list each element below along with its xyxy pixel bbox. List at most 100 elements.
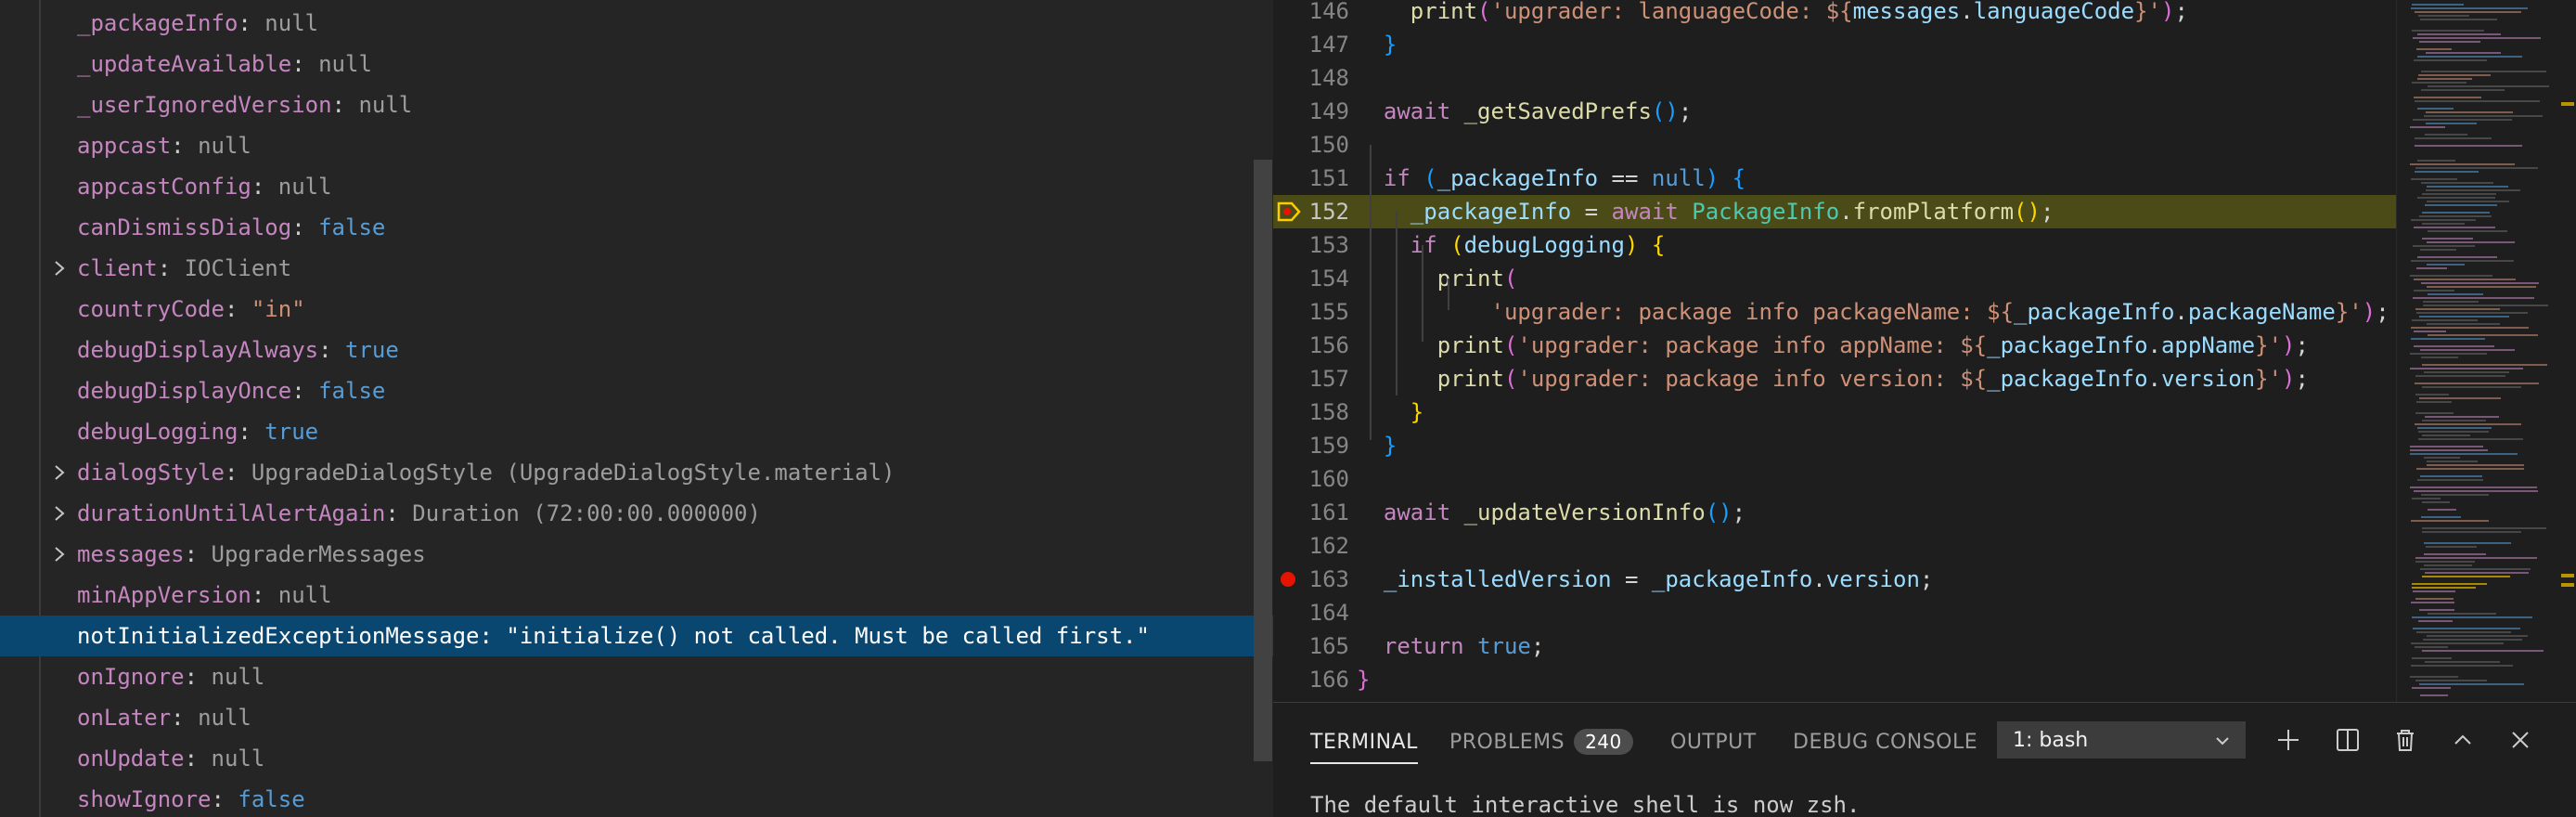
- chevron-right-icon[interactable]: [46, 452, 72, 493]
- code-editor[interactable]: 146 print('upgrader: languageCode: ${mes…: [1273, 0, 2576, 702]
- minimap-line: [2423, 305, 2548, 306]
- variable-row[interactable]: onUpdate: null: [0, 738, 1273, 779]
- variable-row[interactable]: appcast: null: [0, 125, 1273, 166]
- maximize-panel-button[interactable]: [2448, 725, 2478, 755]
- code-token: print: [1436, 332, 1504, 358]
- variables-scrollbar[interactable]: [1254, 160, 1272, 761]
- code-line[interactable]: 159 }: [1273, 429, 2396, 462]
- line-number[interactable]: 165: [1273, 633, 1349, 659]
- terminal-output[interactable]: The default interactive shell is now zsh…: [1310, 792, 1860, 817]
- minimap-line: [2422, 576, 2510, 577]
- terminal-select[interactable]: 1: bash: [1997, 721, 2246, 759]
- variable-row[interactable]: onLater: null: [0, 697, 1273, 738]
- variable-row[interactable]: onIgnore: null: [0, 656, 1273, 697]
- code-token: }: [1357, 667, 1371, 693]
- code-line[interactable]: 156 print('upgrader: package info appNam…: [1273, 329, 2396, 362]
- kill-terminal-button[interactable]: [2390, 725, 2420, 755]
- code-line[interactable]: 165 return true;: [1273, 629, 2396, 663]
- line-number[interactable]: 164: [1273, 600, 1349, 626]
- variable-row[interactable]: countryCode: "in": [0, 289, 1273, 330]
- code-line[interactable]: 163 _installedVersion = _packageInfo.ver…: [1273, 563, 2396, 596]
- tab-output[interactable]: OUTPUT: [1670, 716, 1757, 768]
- code-line[interactable]: 164: [1273, 596, 2396, 629]
- chevron-right-icon[interactable]: [46, 248, 72, 289]
- variable-row[interactable]: canDismissDialog: false: [0, 207, 1273, 248]
- line-number[interactable]: 159: [1273, 433, 1349, 459]
- minimap-line: [2426, 52, 2501, 54]
- variable-entry: onUpdate: null: [77, 746, 264, 772]
- code-line[interactable]: 155 'upgrader: package info packageName:…: [1273, 295, 2396, 329]
- variable-row[interactable]: showIgnore: false: [0, 779, 1273, 817]
- code-token: _packageInfo: [1436, 165, 1599, 191]
- line-number[interactable]: 153: [1273, 232, 1349, 258]
- code-line[interactable]: 152 _packageInfo = await PackageInfo.fro…: [1273, 195, 2396, 228]
- variable-row[interactable]: durationUntilAlertAgain: Duration (72:00…: [0, 493, 1273, 534]
- code-line[interactable]: 147 }: [1273, 28, 2396, 61]
- line-number[interactable]: 158: [1273, 399, 1349, 425]
- code-line[interactable]: 146 print('upgrader: languageCode: ${mes…: [1273, 0, 2396, 28]
- minimap[interactable]: [2396, 0, 2557, 702]
- code-line[interactable]: 162: [1273, 529, 2396, 563]
- line-number[interactable]: 151: [1273, 165, 1349, 191]
- code-line[interactable]: 158 }: [1273, 396, 2396, 429]
- code-line[interactable]: 149 await _getSavedPrefs();: [1273, 95, 2396, 128]
- code-line[interactable]: 148: [1273, 61, 2396, 95]
- minimap-line: [2427, 201, 2509, 202]
- code-token: .: [2147, 366, 2161, 392]
- code-line[interactable]: 151 if (_packageInfo == null) {: [1273, 162, 2396, 195]
- chevron-right-icon[interactable]: [46, 534, 72, 575]
- variable-row[interactable]: messages: UpgraderMessages: [0, 534, 1273, 575]
- line-number[interactable]: 157: [1273, 366, 1349, 392]
- tab-problems[interactable]: PROBLEMS 240: [1449, 716, 1633, 768]
- split-terminal-button[interactable]: [2333, 725, 2363, 755]
- close-panel-button[interactable]: [2505, 725, 2535, 755]
- variable-row[interactable]: debugDisplayAlways: true: [0, 330, 1273, 370]
- code-line[interactable]: 157 print('upgrader: package info versio…: [1273, 362, 2396, 396]
- code-line[interactable]: 153 if (debugLogging) {: [1273, 228, 2396, 262]
- variable-row[interactable]: _packageInfo: null: [0, 3, 1273, 44]
- line-number[interactable]: 161: [1273, 499, 1349, 525]
- code-line[interactable]: 150: [1273, 128, 2396, 162]
- code-line[interactable]: 154 print(: [1273, 262, 2396, 295]
- minimap-line: [2413, 590, 2455, 592]
- line-number[interactable]: 154: [1273, 266, 1349, 292]
- variable-row[interactable]: appcastConfig: null: [0, 166, 1273, 207]
- line-number[interactable]: 160: [1273, 466, 1349, 492]
- line-number[interactable]: 150: [1273, 132, 1349, 158]
- code-token: (): [2014, 199, 2041, 225]
- line-number[interactable]: 156: [1273, 332, 1349, 358]
- variable-row[interactable]: debugLogging: true: [0, 411, 1273, 452]
- line-number[interactable]: 166: [1273, 667, 1349, 693]
- new-terminal-button[interactable]: [2273, 725, 2303, 755]
- line-number[interactable]: 149: [1273, 98, 1349, 124]
- variable-row[interactable]: notInitializedExceptionMessage: "initial…: [0, 616, 1273, 656]
- breakpoint-icon[interactable]: [1281, 572, 1295, 587]
- minimap-line: [2427, 286, 2536, 288]
- line-number[interactable]: 155: [1273, 299, 1349, 325]
- paused-arrow-icon[interactable]: [1277, 201, 1301, 223]
- variable-row[interactable]: _updateAvailable: null: [0, 44, 1273, 84]
- variable-row[interactable]: client: IOClient: [0, 248, 1273, 289]
- variable-row[interactable]: minAppVersion: null: [0, 575, 1273, 616]
- line-number[interactable]: 147: [1273, 32, 1349, 58]
- indent-guide: [1422, 245, 1423, 342]
- variable-row[interactable]: debugDisplayOnce: false: [0, 370, 1273, 411]
- editor-scrollbar[interactable]: [2557, 0, 2576, 702]
- variable-row[interactable]: _userIgnoredVersion: null: [0, 84, 1273, 125]
- minimap-line: [2414, 97, 2481, 98]
- variable-row[interactable]: dialogStyle: UpgradeDialogStyle (Upgrade…: [0, 452, 1273, 493]
- tab-terminal[interactable]: TERMINAL: [1310, 716, 1418, 768]
- minimap-line: [2410, 449, 2488, 451]
- tab-debug-console[interactable]: DEBUG CONSOLE: [1793, 716, 1977, 768]
- code-token: ): [2282, 332, 2296, 358]
- line-number[interactable]: 162: [1273, 533, 1349, 559]
- code-line[interactable]: 166}: [1273, 663, 2396, 696]
- code-line[interactable]: 160: [1273, 462, 2396, 496]
- code-line[interactable]: 161 await _updateVersionInfo();: [1273, 496, 2396, 529]
- line-number[interactable]: 148: [1273, 65, 1349, 91]
- chevron-right-icon[interactable]: [46, 493, 72, 534]
- code-token: (: [1503, 332, 1518, 358]
- line-number[interactable]: 146: [1273, 0, 1349, 24]
